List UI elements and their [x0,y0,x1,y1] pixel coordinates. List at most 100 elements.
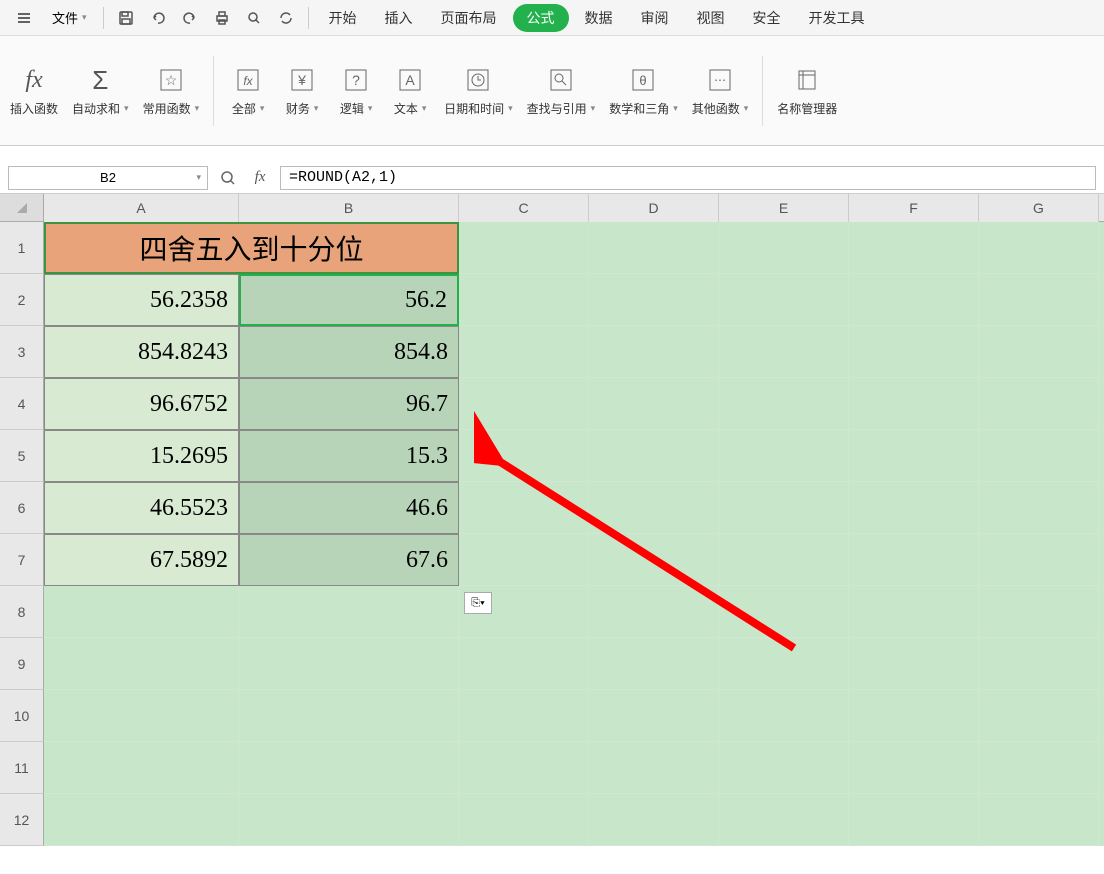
financial-button[interactable]: ¥ 财务 [276,51,328,131]
cell[interactable] [849,222,979,274]
name-manager-button[interactable]: 名称管理器 [771,51,843,131]
cell[interactable] [459,482,589,534]
cell[interactable] [459,690,589,742]
cell[interactable] [849,690,979,742]
cell-A6[interactable]: 46.5523 [44,482,239,534]
cell[interactable] [979,742,1099,794]
cell[interactable] [239,690,459,742]
cell[interactable] [44,794,239,846]
row-header[interactable]: 2 [0,274,44,326]
cell[interactable] [979,430,1099,482]
undo-icon[interactable] [144,4,172,32]
save-icon[interactable] [112,4,140,32]
tab-data[interactable]: 数据 [573,2,625,34]
print-preview-icon[interactable] [240,4,268,32]
cell[interactable] [459,794,589,846]
cell[interactable] [849,586,979,638]
cell-B3[interactable]: 854.8 [239,326,459,378]
cell[interactable] [589,482,719,534]
cell[interactable] [44,638,239,690]
cell[interactable] [719,430,849,482]
cell-A2[interactable]: 56.2358 [44,274,239,326]
cell[interactable] [719,794,849,846]
name-box[interactable]: B2 [8,166,208,190]
tab-layout[interactable]: 页面布局 [429,2,509,34]
print-icon[interactable] [208,4,236,32]
cell[interactable] [979,534,1099,586]
cell[interactable] [589,534,719,586]
row-header[interactable]: 3 [0,326,44,378]
cell[interactable] [979,794,1099,846]
file-menu[interactable]: 文件 ▾ [44,4,95,31]
tab-insert[interactable]: 插入 [373,2,425,34]
auto-sum-button[interactable]: Σ 自动求和 [66,51,135,131]
math-button[interactable]: θ 数学和三角 [603,51,684,131]
row-header[interactable]: 10 [0,690,44,742]
insert-function-button[interactable]: fx 插入函数 [4,51,64,131]
cell[interactable] [979,586,1099,638]
row-header[interactable]: 8 [0,586,44,638]
cell[interactable] [589,378,719,430]
datetime-button[interactable]: 日期和时间 [438,51,519,131]
col-header-E[interactable]: E [719,194,849,222]
cell[interactable] [979,326,1099,378]
cell[interactable] [719,534,849,586]
cell[interactable] [459,274,589,326]
select-all-corner[interactable] [0,194,44,222]
cell[interactable] [849,274,979,326]
tab-start[interactable]: 开始 [317,2,369,34]
row-header[interactable]: 6 [0,482,44,534]
cell[interactable] [849,638,979,690]
cell[interactable] [589,430,719,482]
cell-B2[interactable]: 56.2 [239,274,459,326]
col-header-D[interactable]: D [589,194,719,222]
paste-options-button[interactable]: ⎘▾ [464,592,492,614]
cell[interactable] [719,378,849,430]
cell[interactable] [979,690,1099,742]
cell-A4[interactable]: 96.6752 [44,378,239,430]
cell[interactable] [589,222,719,274]
cell[interactable] [459,430,589,482]
cell[interactable] [979,222,1099,274]
tab-formula[interactable]: 公式 [513,4,569,32]
cell[interactable] [719,638,849,690]
row-header[interactable]: 9 [0,638,44,690]
other-func-button[interactable]: ⋯ 其他函数 [686,51,755,131]
cell[interactable] [979,274,1099,326]
col-header-A[interactable]: A [44,194,239,222]
row-header[interactable]: 7 [0,534,44,586]
cell-A1-merged[interactable]: 四舍五入到十分位 [44,222,459,274]
cell[interactable] [849,378,979,430]
tab-devtools[interactable]: 开发工具 [797,2,877,34]
fx-button[interactable]: fx [248,166,272,190]
cell[interactable] [849,430,979,482]
cell[interactable] [719,742,849,794]
cell[interactable] [459,378,589,430]
redo-icon[interactable] [176,4,204,32]
cell[interactable] [719,274,849,326]
cell[interactable] [589,586,719,638]
cell[interactable] [239,742,459,794]
all-func-button[interactable]: fx 全部 [222,51,274,131]
cell[interactable] [719,482,849,534]
formula-input[interactable]: =ROUND(A2,1) [280,166,1096,190]
cell[interactable] [459,222,589,274]
refresh-icon[interactable] [272,4,300,32]
cell[interactable] [849,534,979,586]
cell[interactable] [849,742,979,794]
cell[interactable] [589,742,719,794]
cell[interactable] [589,326,719,378]
cell-A3[interactable]: 854.8243 [44,326,239,378]
col-header-F[interactable]: F [849,194,979,222]
row-header[interactable]: 1 [0,222,44,274]
cell[interactable] [459,326,589,378]
cell[interactable] [239,638,459,690]
cell-B6[interactable]: 46.6 [239,482,459,534]
logical-button[interactable]: ? 逻辑 [330,51,382,131]
cell-B7[interactable]: 67.6 [239,534,459,586]
cell[interactable] [589,794,719,846]
cell[interactable] [589,274,719,326]
cell[interactable] [849,482,979,534]
text-button[interactable]: A 文本 [384,51,436,131]
hamburger-menu[interactable] [8,6,40,30]
